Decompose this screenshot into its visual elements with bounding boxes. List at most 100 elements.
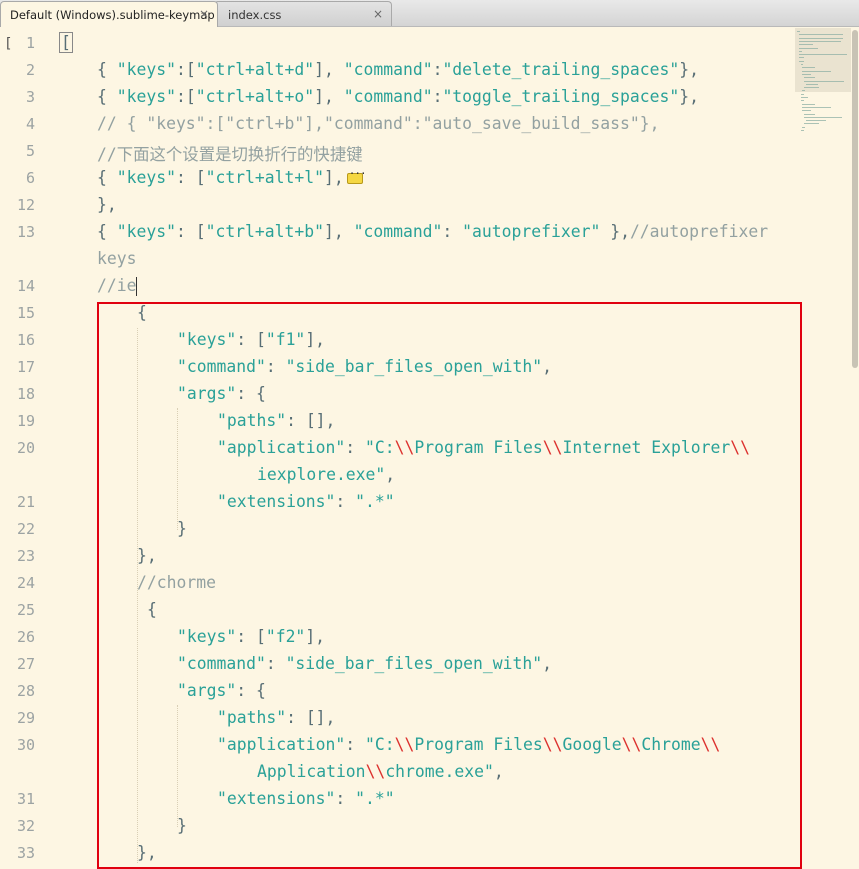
code-token: :[ <box>175 87 196 106</box>
minimap-line <box>798 54 847 56</box>
minimap-line <box>804 77 815 79</box>
code-token: "ctrl+alt+o" <box>195 87 315 106</box>
code-token: //autoprefixer <box>629 222 769 241</box>
line-number: 17 <box>16 358 35 376</box>
line-number: 30 <box>16 736 35 754</box>
minimap-line <box>798 40 841 42</box>
code-token: //下面这个设置是切换折行的快捷键 <box>97 145 363 164</box>
minimap-line <box>800 64 804 65</box>
code-token: // { "keys":["ctrl+b"],"command":"auto_s… <box>97 114 660 133</box>
tab-label: index.css <box>228 8 282 22</box>
code-token: { <box>97 168 117 187</box>
code-line[interactable]: 3 { "keys":["ctrl+alt+o"], "command":"tog… <box>0 84 800 111</box>
minimap-line <box>804 80 844 82</box>
line-number: 1 <box>25 34 35 52</box>
line-number: 26 <box>16 628 35 646</box>
line-number: 21 <box>16 493 35 511</box>
code-token: : <box>432 60 443 79</box>
code-token: ], <box>324 222 354 241</box>
scrollbar-thumb[interactable] <box>852 30 858 368</box>
code-line[interactable]: 4 // { "keys":["ctrl+b"],"command":"auto_… <box>0 111 800 138</box>
code-token: : [ <box>175 168 206 187</box>
line-text: //下面这个设置是切换折行的快捷键 <box>97 141 363 165</box>
minimap-line <box>804 123 819 125</box>
close-icon[interactable]: × <box>199 7 209 21</box>
line-text: { "keys": ["ctrl+alt+b"], "command": "au… <box>97 222 768 241</box>
minimap-line <box>798 44 813 46</box>
code-token: "keys" <box>116 168 176 187</box>
minimap-line <box>802 103 815 105</box>
tab-default-windows-keymap[interactable]: Default (Windows).sublime-keymap × <box>0 1 218 27</box>
code-token: "command" <box>343 87 433 106</box>
code-line[interactable]: keys <box>0 246 800 273</box>
code-line[interactable]: 2 { "keys":["ctrl+alt+d"], "command":"del… <box>0 57 800 84</box>
code-token: "toggle_trailing_spaces" <box>442 87 680 106</box>
minimap-line <box>802 90 806 92</box>
code-token: { <box>97 222 117 241</box>
minimap-line <box>797 31 800 32</box>
tab-index-css[interactable]: index.css × <box>214 1 392 26</box>
code-line[interactable]: 6 { "keys": ["ctrl+alt+l"], <box>0 165 800 192</box>
code-token: "command" <box>343 60 433 79</box>
minimap-line <box>798 47 819 49</box>
line-number: 5 <box>25 142 35 160</box>
code-token: { <box>97 60 117 79</box>
line-text: //ie <box>97 276 138 296</box>
minimap-line <box>802 73 811 75</box>
code-token: : <box>442 222 463 241</box>
code-token: "ctrl+alt+l" <box>205 168 324 187</box>
line-number: 16 <box>16 331 35 349</box>
close-icon[interactable]: × <box>373 7 383 21</box>
text-cursor <box>136 277 138 296</box>
line-number: 2 <box>25 61 35 79</box>
code-token: keys <box>97 249 137 268</box>
minimap-line <box>802 70 831 72</box>
highlight-annotation-box <box>97 302 802 869</box>
code-token: "autoprefixer" <box>462 222 601 241</box>
line-number: 15 <box>16 304 35 322</box>
minimap-line <box>806 120 826 122</box>
line-number: 6 <box>25 169 35 187</box>
code-token: }, <box>679 87 700 106</box>
code-token: "ctrl+alt+b" <box>205 222 324 241</box>
line-text: keys <box>97 249 136 268</box>
code-token: "ctrl+alt+d" <box>195 60 315 79</box>
line-text: { "keys":["ctrl+alt+o"], "command":"togg… <box>97 87 699 106</box>
code-token: { <box>97 87 117 106</box>
code-token: "keys" <box>116 87 176 106</box>
line-text: { "keys": ["ctrl+alt+l"], <box>97 167 366 187</box>
line-number: 19 <box>16 412 35 430</box>
minimap-line <box>798 57 804 59</box>
line-number: 20 <box>16 439 35 457</box>
code-line[interactable]: 1[ <box>0 30 800 57</box>
line-text: // { "keys":["ctrl+b"],"command":"auto_s… <box>97 114 659 133</box>
line-number: 29 <box>16 709 35 727</box>
minimap[interactable] <box>795 28 851 138</box>
code-token: "command" <box>353 222 443 241</box>
line-text: [ <box>59 32 73 53</box>
minimap-line <box>802 106 831 108</box>
code-token: }, <box>600 222 630 241</box>
code-token: : <box>432 87 443 106</box>
line-number: 22 <box>16 520 35 538</box>
line-number: 32 <box>16 817 35 835</box>
line-number: 3 <box>25 88 35 106</box>
line-number: 13 <box>16 223 35 241</box>
minimap-line <box>802 126 806 128</box>
code-line[interactable]: 14 //ie <box>0 273 800 300</box>
code-token: ], <box>324 168 344 187</box>
code-token: ], <box>314 87 344 106</box>
line-number: 25 <box>16 601 35 619</box>
line-number: 24 <box>16 574 35 592</box>
code-token: "delete_trailing_spaces" <box>442 60 680 79</box>
code-token: :[ <box>175 60 196 79</box>
line-number: 33 <box>16 844 35 862</box>
minimap-line <box>800 93 804 95</box>
code-line[interactable]: 13 { "keys": ["ctrl+alt+b"], "command": "… <box>0 219 800 246</box>
folded-region-icon[interactable] <box>346 167 366 184</box>
code-line[interactable]: 5 //下面这个设置是切换折行的快捷键 <box>0 138 800 165</box>
minimap-line <box>800 97 809 98</box>
minimap-line <box>798 34 844 36</box>
line-number: 28 <box>16 682 35 700</box>
code-line[interactable]: 12}, <box>0 192 800 219</box>
